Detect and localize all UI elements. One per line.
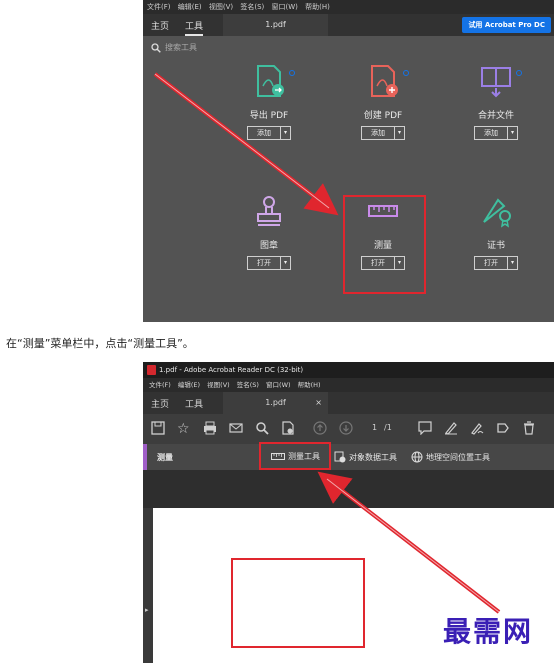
measure-screenshot: 1.pdf - Adobe Acrobat Reader DC (32-bit)… — [143, 362, 554, 663]
site-watermark: 最需网 — [443, 615, 534, 648]
annotation-arrow — [153, 72, 339, 216]
instruction-caption: 在“测量”菜单栏中，点击“测量工具”。 — [6, 337, 194, 350]
tools-screenshot: 文件(F) 编辑(E) 视图(V) 签名(S) 窗口(W) 帮助(H) 主页 工… — [143, 0, 554, 322]
